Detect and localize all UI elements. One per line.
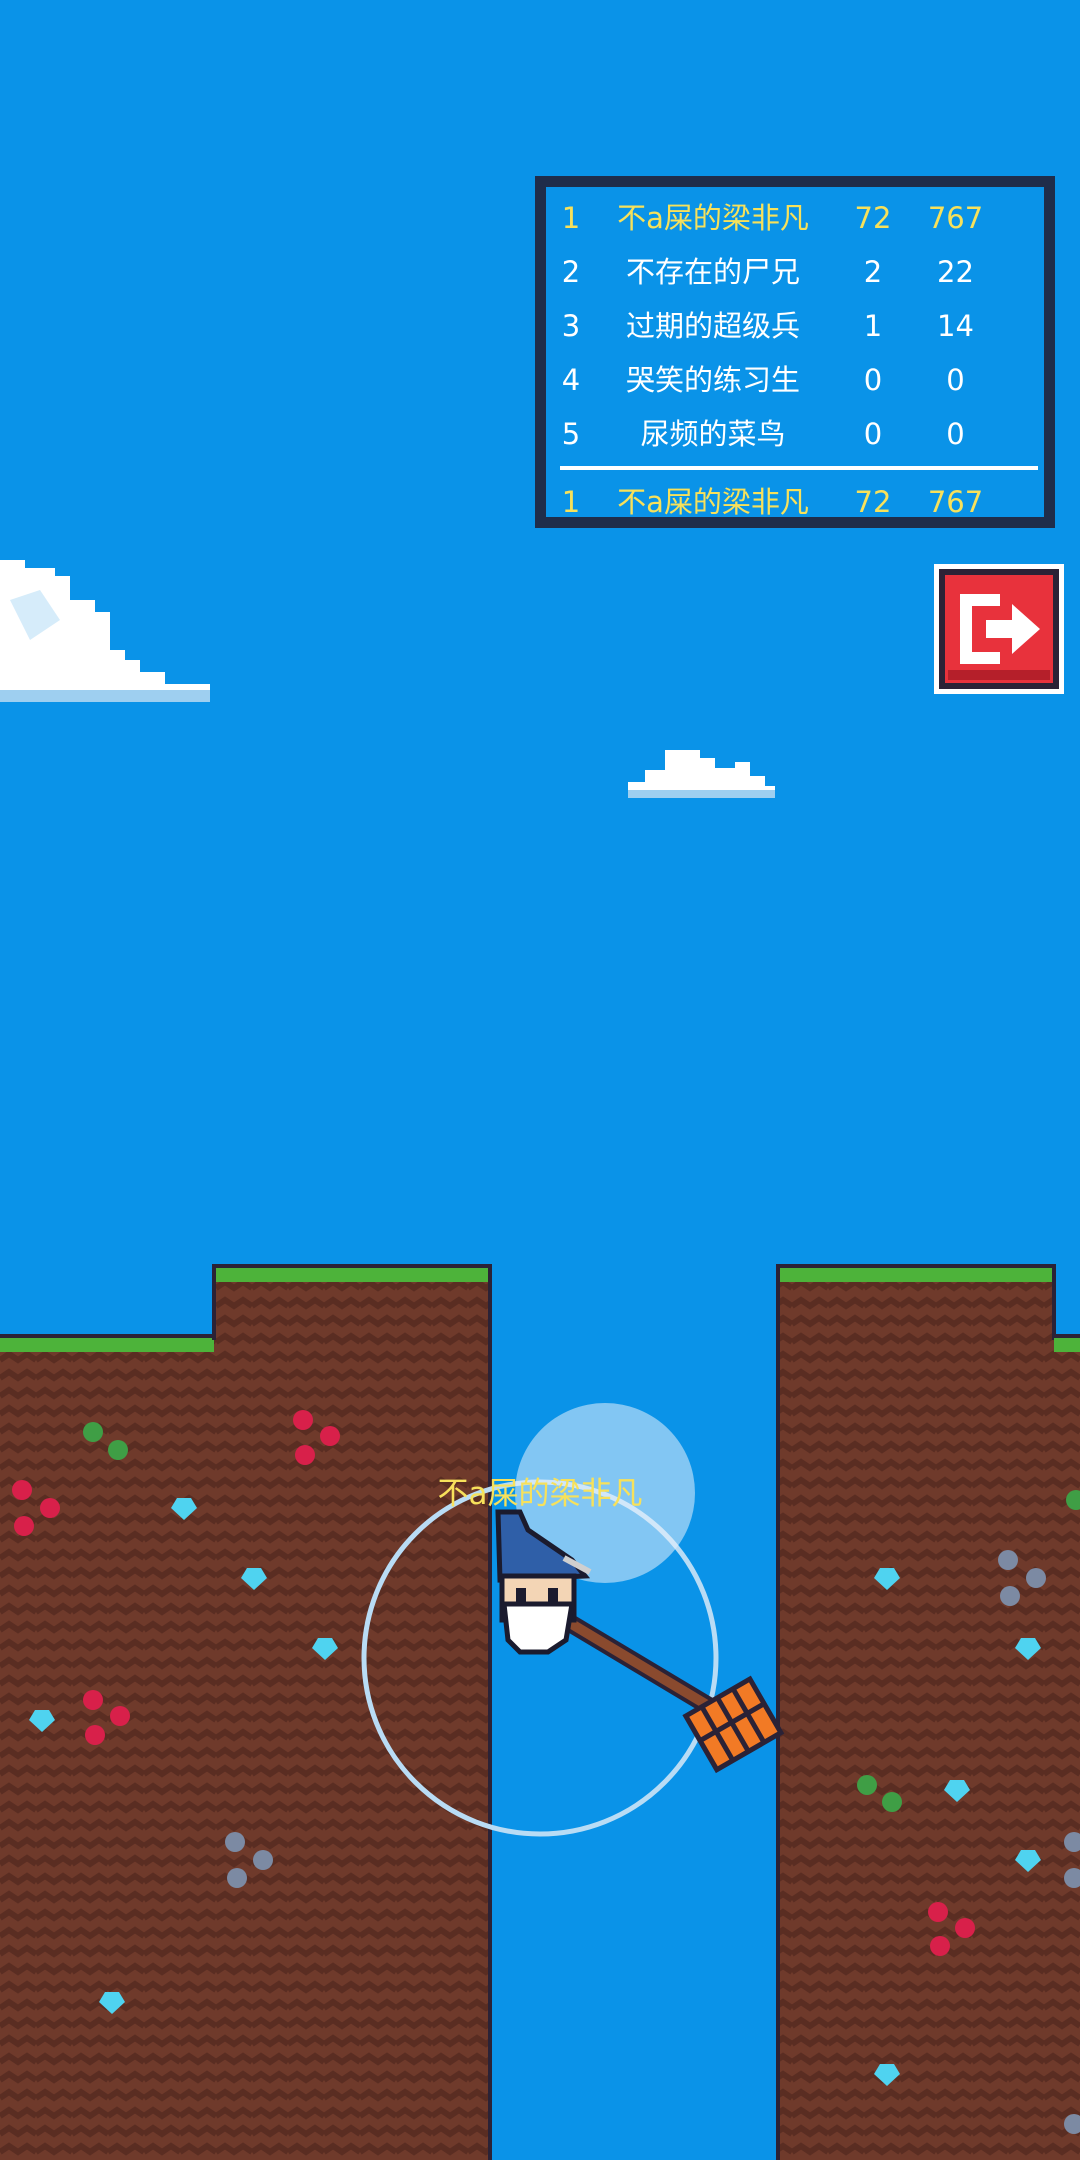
depth: 0 bbox=[863, 417, 883, 451]
depth: 72 bbox=[854, 485, 892, 519]
leaderboard-row: 4 哭笑的练习生 0 0 bbox=[543, 354, 1047, 406]
ground-left bbox=[0, 1264, 492, 2160]
ground-right bbox=[776, 1264, 1080, 2160]
player-name: 尿频的菜鸟 bbox=[640, 417, 786, 451]
exit-door-arrow-icon bbox=[934, 564, 1064, 694]
score: 767 bbox=[927, 201, 984, 235]
leaderboard: 1 不a屎的梁非凡 72 767 2 不存在的尸兄 2 22 3 过期的超级兵 … bbox=[535, 176, 1055, 528]
depth: 72 bbox=[854, 201, 892, 235]
player-name: 不存在的尸兄 bbox=[625, 255, 800, 289]
score: 22 bbox=[937, 255, 974, 289]
score: 0 bbox=[946, 363, 965, 397]
leaderboard-row: 1 不a屎的梁非凡 72 767 bbox=[543, 192, 1047, 244]
rank: 4 bbox=[561, 363, 581, 397]
score: 0 bbox=[946, 417, 965, 451]
cloud-small bbox=[628, 750, 775, 798]
rank: 2 bbox=[561, 255, 581, 289]
depth: 0 bbox=[863, 363, 883, 397]
depth: 1 bbox=[863, 309, 883, 343]
player-name: 不a屎的梁非凡 bbox=[617, 485, 809, 519]
rank: 1 bbox=[561, 201, 581, 235]
player-name: 不a屎的梁非凡 bbox=[617, 201, 809, 235]
leaderboard-self-row: 1 不a屎的梁非凡 72 767 bbox=[543, 476, 1047, 528]
rank: 1 bbox=[561, 485, 581, 519]
rank: 5 bbox=[561, 417, 581, 451]
player-name: 过期的超级兵 bbox=[625, 309, 800, 343]
depth: 2 bbox=[863, 255, 883, 289]
player-name: 哭笑的练习生 bbox=[625, 363, 800, 397]
score: 14 bbox=[937, 309, 974, 343]
score: 767 bbox=[927, 485, 984, 519]
cloud-large bbox=[0, 560, 210, 702]
leaderboard-row: 2 不存在的尸兄 2 22 bbox=[543, 246, 1047, 298]
leaderboard-row: 5 尿频的菜鸟 0 0 bbox=[543, 408, 1047, 460]
leaderboard-divider bbox=[560, 466, 1038, 470]
leaderboard-row: 3 过期的超级兵 1 14 bbox=[543, 300, 1047, 352]
exit-button[interactable] bbox=[930, 560, 1068, 698]
rank: 3 bbox=[561, 309, 581, 343]
hammer-icon bbox=[560, 1612, 785, 1774]
player-name-tag: 不a屎的梁非凡 bbox=[437, 1476, 643, 1512]
